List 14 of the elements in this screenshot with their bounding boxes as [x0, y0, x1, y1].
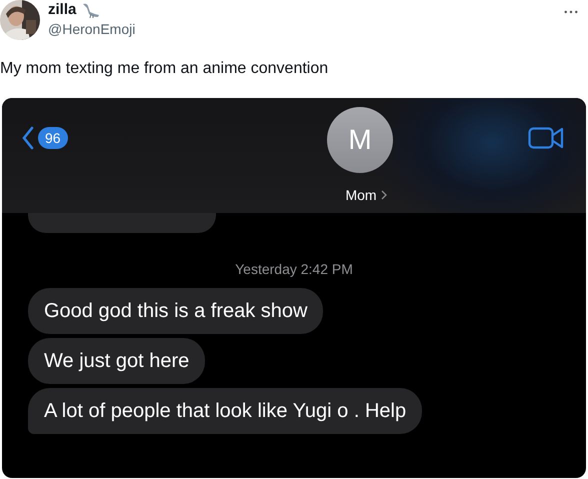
chevron-icon	[380, 190, 387, 200]
back-icon[interactable]	[22, 125, 34, 151]
message-bubble: We just got here	[28, 338, 206, 384]
timestamp: Yesterday 2:42 PM	[235, 261, 353, 277]
heron-icon	[81, 2, 102, 18]
user-handle[interactable]: @HeronEmoji	[48, 21, 556, 37]
author-name[interactable]: zilla	[48, 1, 76, 18]
video-call-icon[interactable]	[528, 127, 564, 149]
message-bubble: A lot of people that look like Yugi o . Help	[28, 388, 422, 434]
tweet-text: My mom texting me from an anime convention	[0, 60, 330, 79]
contact-name[interactable]: Mom	[345, 187, 377, 203]
more-icon[interactable]	[564, 10, 578, 14]
message-bubble: Good god this is a freak show	[28, 288, 324, 334]
unread-badge[interactable]: 96	[38, 127, 68, 149]
